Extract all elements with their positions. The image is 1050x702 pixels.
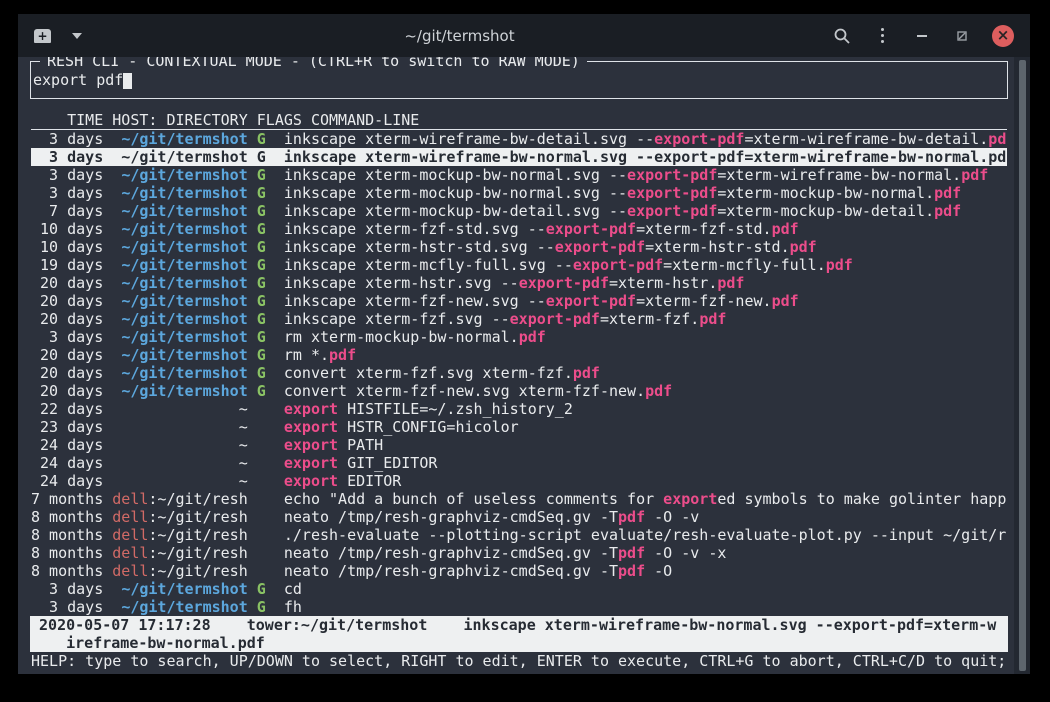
kebab-menu-icon [881,28,884,43]
history-row[interactable]: 8 months dell:~/git/resh neato /tmp/resh… [31,508,1007,526]
status-line-2: ireframe-bw-normal.pdf [30,634,1008,652]
history-row[interactable]: 19 days ~/git/termshot G inkscape xterm-… [31,256,1007,274]
history-row[interactable]: 20 days ~/git/termshot G inkscape xterm-… [31,292,1007,310]
history-row[interactable]: 24 days ~ export PATH [31,436,1007,454]
history-row[interactable]: 20 days ~/git/termshot G convert xterm-f… [31,364,1007,382]
menu-button[interactable] [872,26,892,46]
history-row[interactable]: 24 days ~ export EDITOR [31,472,1007,490]
scrollbar[interactable] [1014,57,1030,674]
search-icon [833,27,851,45]
search-box: RESH CLI - CONTEXTUAL MODE - (CTRL+R to … [30,61,1008,99]
search-box-title: RESH CLI - CONTEXTUAL MODE - (CTRL+R to … [40,57,587,69]
window-title: ~/git/termshot [87,27,832,45]
history-row[interactable]: 7 days ~/git/termshot G inkscape xterm-m… [31,202,1007,220]
minimize-icon [917,35,927,37]
status-bar: 2020-05-07 17:17:28 tower:~/git/termshot… [30,616,1008,652]
history-row[interactable]: 3 days ~/git/termshot G rm xterm-mockup-… [31,328,1007,346]
restore-icon [956,30,968,42]
history-row[interactable]: 3 days ~/git/termshot G inkscape xterm-m… [31,166,1007,184]
close-icon: × [997,28,1010,43]
history-row[interactable]: 10 days ~/git/termshot G inkscape xterm-… [31,238,1007,256]
history-row[interactable]: 20 days ~/git/termshot G rm *.pdf [31,346,1007,364]
status-line-1: 2020-05-07 17:17:28 tower:~/git/termshot… [30,616,1008,634]
text-cursor [123,73,132,89]
search-query: export pdf [33,71,123,89]
history-row[interactable]: 8 months dell:~/git/resh neato /tmp/resh… [31,562,1007,580]
new-tab-icon: + [37,30,47,42]
history-row[interactable]: 10 days ~/git/termshot G inkscape xterm-… [31,220,1007,238]
close-button[interactable]: × [992,25,1014,47]
history-row[interactable]: 7 months dell:~/git/resh echo "Add a bun… [31,490,1007,508]
search-button[interactable] [832,26,852,46]
history-row[interactable]: 3 days ~/git/termshot G fh [31,598,1007,616]
terminal-screen: RESH CLI - CONTEXTUAL MODE - (CTRL+R to … [18,57,1030,674]
new-tab-button[interactable]: + [34,29,51,43]
minimize-button[interactable] [912,26,932,46]
history-row[interactable]: 20 days ~/git/termshot G convert xterm-f… [31,382,1007,400]
history-row[interactable]: 3 days ~/git/termshot G inkscape xterm-w… [31,130,1007,148]
tab-menu-button[interactable] [67,26,87,46]
history-row[interactable]: 8 months dell:~/git/resh neato /tmp/resh… [31,544,1007,562]
history-row[interactable]: 20 days ~/git/termshot G inkscape xterm-… [31,310,1007,328]
history-row-selected[interactable]: 3 days ~/git/termshot G inkscape xterm-w… [31,148,1007,166]
history-row[interactable]: 8 months dell:~/git/resh ./resh-evaluate… [31,526,1007,544]
scrollbar-thumb[interactable] [1019,60,1026,671]
help-line: HELP: type to search, UP/DOWN to select,… [31,652,1021,670]
terminal-window: + ~/git/termshot [18,14,1030,674]
titlebar: + ~/git/termshot [18,14,1030,57]
tab-menu-caret-icon [72,33,82,39]
history-row[interactable]: 22 days ~ export HISTFILE=~/.zsh_history… [31,400,1007,418]
history-row[interactable]: 23 days ~ export HSTR_CONFIG=hicolor [31,418,1007,436]
table-header: TIME HOST: DIRECTORY FLAGS COMMAND-LINE [31,112,1007,130]
restore-button[interactable] [952,26,972,46]
history-row[interactable]: 20 days ~/git/termshot G inkscape xterm-… [31,274,1007,292]
history-row[interactable]: 3 days ~/git/termshot G inkscape xterm-m… [31,184,1007,202]
history-row[interactable]: 24 days ~ export GIT_EDITOR [31,454,1007,472]
history-row[interactable]: 3 days ~/git/termshot G cd [31,580,1007,598]
search-input[interactable]: export pdf [33,71,132,89]
history-list: 3 days ~/git/termshot G inkscape xterm-w… [31,130,1007,616]
